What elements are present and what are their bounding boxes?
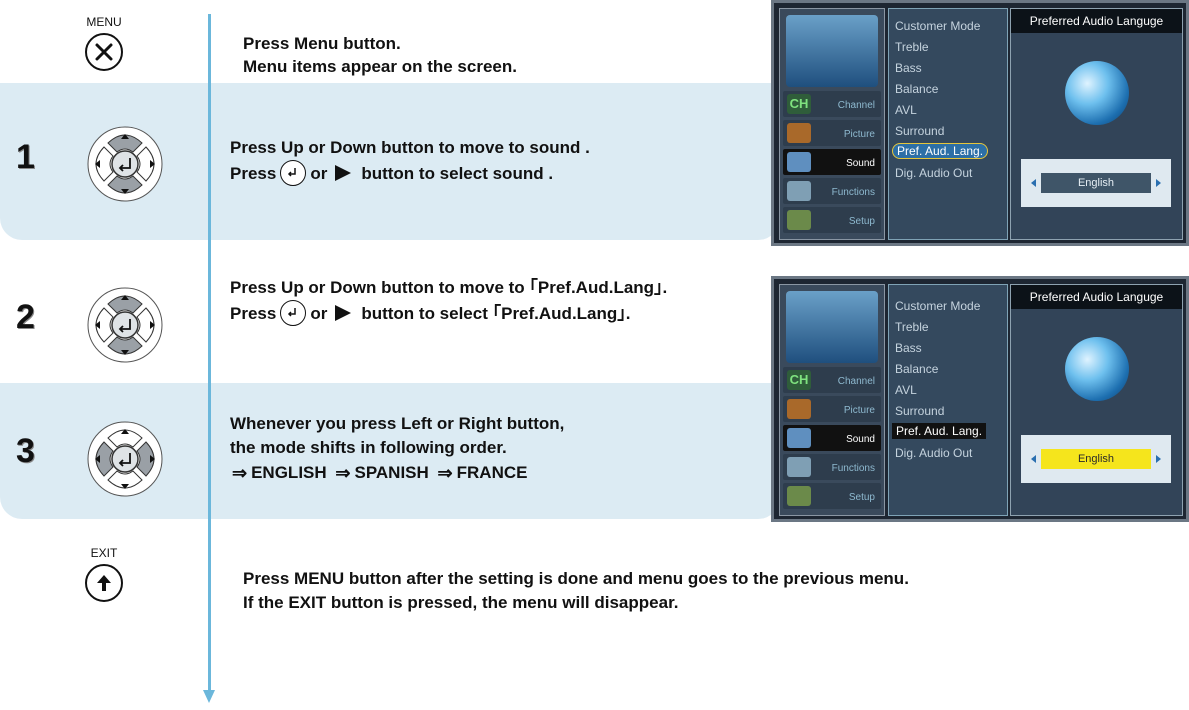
menu-item: Treble <box>895 320 929 334</box>
step3-line2: the mode shifts in following order. <box>230 438 507 457</box>
left-arrow-icon <box>1031 179 1036 187</box>
panel-title: Preferred Audio Languge <box>1011 9 1182 33</box>
intro-line2: Menu items appear on the screen. <box>243 57 517 76</box>
sequence-arrow-icon: ⇒ <box>437 463 453 484</box>
right-arrow-icon <box>1156 179 1161 187</box>
right-arrow-icon <box>1156 455 1161 463</box>
side-item-setup: Setup <box>783 483 881 509</box>
menu-item: Treble <box>895 40 929 54</box>
sequence-arrow-icon: ⇒ <box>335 463 351 484</box>
right-arrow-icon <box>335 305 352 321</box>
speaker-icon <box>786 291 878 363</box>
menu-item: Bass <box>895 341 922 355</box>
side-item-setup: Setup <box>783 207 881 233</box>
exit-line1: Press MENU button after the setting is d… <box>243 569 909 588</box>
speaker-icon <box>786 15 878 87</box>
channel-icon: CH <box>787 94 811 114</box>
menu-item: Dig. Audio Out <box>895 446 973 460</box>
globe-icon <box>1065 337 1129 401</box>
exit-line2: If the EXIT button is pressed, the menu … <box>243 593 679 612</box>
flow-line <box>208 14 211 694</box>
left-arrow-icon <box>1031 455 1036 463</box>
tv-menu-screen-1: CH Channel Picture Sound Functions Setup… <box>771 0 1189 246</box>
exit-button-label: EXIT <box>90 546 118 560</box>
language-value: English <box>1041 173 1151 193</box>
category-panel: CH Channel Picture Sound Functions Setup <box>779 284 885 516</box>
globe-icon <box>1065 61 1129 125</box>
functions-icon <box>787 457 811 477</box>
step2-number: 2 <box>16 298 35 336</box>
side-item-sound: Sound <box>783 149 881 175</box>
side-item-channel: CH Channel <box>783 91 881 117</box>
step3-line1: Whenever you press Left or Right button, <box>230 414 565 433</box>
dpad-enter-icon <box>87 287 163 363</box>
step3-number: 3 <box>16 432 35 470</box>
menu-item: Customer Mode <box>895 19 981 33</box>
channel-icon: CH <box>787 370 811 390</box>
setup-icon <box>787 210 811 230</box>
side-item-functions: Functions <box>783 454 881 480</box>
step2-line1: Press Up or Down button to move to ｢Pref… <box>230 278 668 297</box>
step1-line1: Press Up or Down button to move to sound… <box>230 138 590 157</box>
picture-icon <box>787 399 811 419</box>
sound-menu-list: Customer Mode Treble Bass Balance AVL Su… <box>888 284 1008 516</box>
step1-number: 1 <box>16 138 35 176</box>
step2-line2: Press or button to select ｢Pref.Aud.Lang｣. <box>230 300 631 329</box>
menu-button-label: MENU <box>86 15 122 29</box>
flow-arrow-icon <box>203 690 215 703</box>
sound-icon <box>787 428 811 448</box>
sequence-arrow-icon: ⇒ <box>232 463 248 484</box>
menu-item-selected: Pref. Aud. Lang. <box>892 143 989 159</box>
dpad-enter-icon <box>87 126 163 202</box>
enter-icon <box>280 160 307 186</box>
intro-line1: Press Menu button. <box>243 34 401 53</box>
enter-icon <box>280 300 307 326</box>
menu-item: Balance <box>895 362 939 376</box>
side-item-channel: CH Channel <box>783 367 881 393</box>
language-panel: Preferred Audio Languge English <box>1010 284 1183 516</box>
right-arrow-icon <box>335 165 352 181</box>
dpad-enter-icon <box>87 421 163 497</box>
side-item-functions: Functions <box>783 178 881 204</box>
language-panel: Preferred Audio Languge English <box>1010 8 1183 240</box>
side-item-sound: Sound <box>783 425 881 451</box>
category-panel: CH Channel Picture Sound Functions Setup <box>779 8 885 240</box>
sound-menu-list: Customer Mode Treble Bass Balance AVL Su… <box>888 8 1008 240</box>
side-item-picture: Picture <box>783 120 881 146</box>
menu-item: Surround <box>895 124 945 138</box>
menu-item: Balance <box>895 82 939 96</box>
exit-button-icon <box>85 564 123 602</box>
menu-item: AVL <box>895 103 917 117</box>
step1-line2: Press or button to select sound . <box>230 160 553 189</box>
menu-item: Surround <box>895 404 945 418</box>
step3-sequence: ⇒ ENGLISH ⇒ SPANISH ⇒ FRANCE <box>232 463 528 484</box>
menu-button-icon <box>85 33 123 71</box>
menu-item: Dig. Audio Out <box>895 166 973 180</box>
setup-icon <box>787 486 811 506</box>
sound-icon <box>787 152 811 172</box>
tv-menu-screen-2: CH Channel Picture Sound Functions Setup… <box>771 276 1189 522</box>
panel-title: Preferred Audio Languge <box>1011 285 1182 309</box>
language-value-active: English <box>1041 449 1151 469</box>
menu-item: AVL <box>895 383 917 397</box>
side-item-picture: Picture <box>783 396 881 422</box>
picture-icon <box>787 123 811 143</box>
menu-item: Customer Mode <box>895 299 981 313</box>
menu-item-selected: Pref. Aud. Lang. <box>892 423 987 439</box>
functions-icon <box>787 181 811 201</box>
menu-item: Bass <box>895 61 922 75</box>
